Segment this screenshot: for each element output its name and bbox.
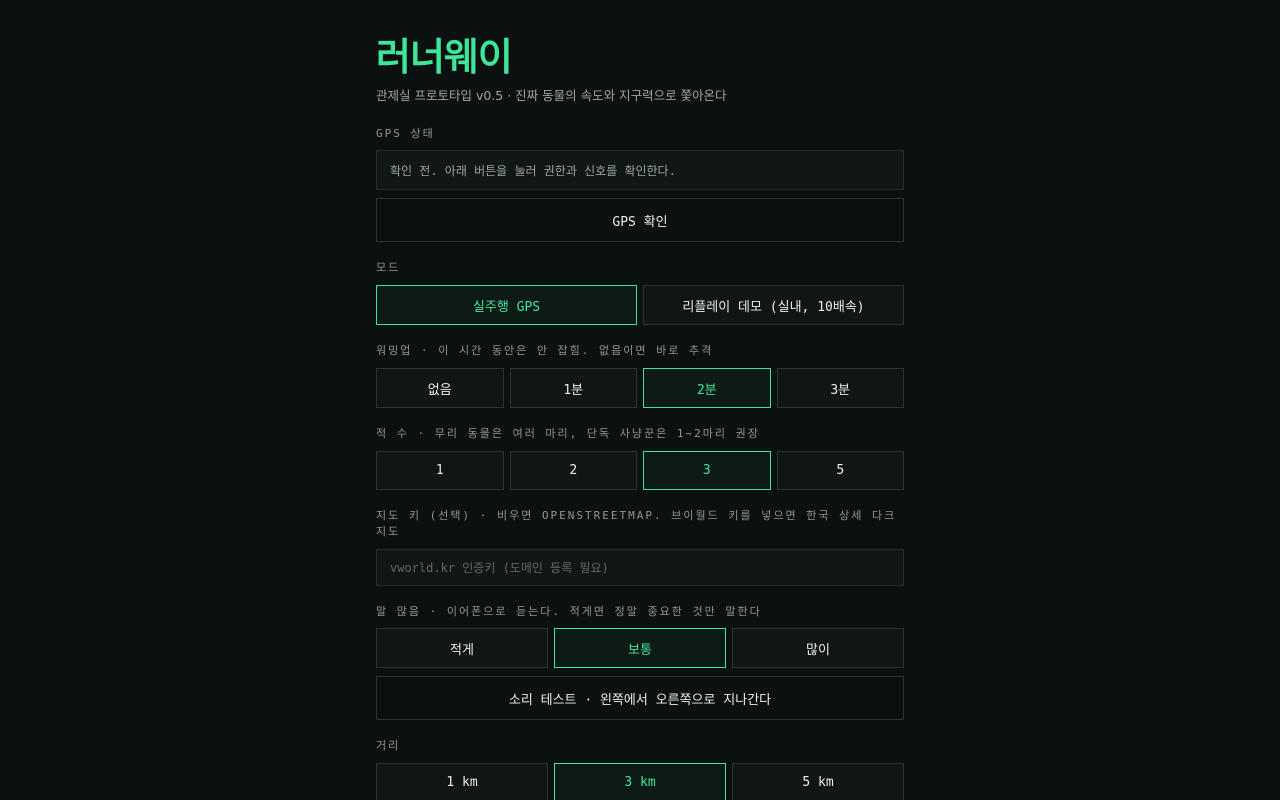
gps-status-box: 확인 전. 아래 버튼을 눌러 권한과 신호를 확인한다. xyxy=(376,150,904,190)
warmup-option-1min[interactable]: 1분 xyxy=(509,368,637,408)
distance-option-5km[interactable]: 5 km xyxy=(732,763,904,800)
enemy-option-1[interactable]: 1 xyxy=(376,451,504,490)
mode-label: 모드 xyxy=(376,261,401,274)
distance-option-1km[interactable]: 1 km xyxy=(376,763,548,800)
enemy-option-2[interactable]: 2 xyxy=(509,451,637,490)
enemy-option-3[interactable]: 3 xyxy=(643,451,771,490)
warmup-option-2min[interactable]: 2분 xyxy=(643,368,771,408)
verbosity-option-less[interactable]: 적게 xyxy=(376,628,548,668)
distance-options: 1 km 3 km 5 km xyxy=(376,763,904,800)
mode-option-replay-demo[interactable]: 리플레이 데모 (실내, 10배속) xyxy=(643,285,904,325)
enemy-option-5[interactable]: 5 xyxy=(776,451,904,490)
verbosity-label: 말 많음 · 이어폰으로 듣는다. 적게면 정말 중요한 것만 말한다 xyxy=(376,605,762,618)
enemy-count-options: 1 2 3 5 xyxy=(376,451,904,490)
warmup-label: 워밍업 · 이 시간 동안은 안 잡힘. 없음이면 바로 추격 xyxy=(376,344,714,357)
sound-test-button[interactable]: 소리 테스트 · 왼쪽에서 오른쪽으로 지나간다 xyxy=(376,676,904,720)
distance-option-3km[interactable]: 3 km xyxy=(554,763,726,800)
distance-label: 거리 xyxy=(376,739,401,752)
gps-status-label: GPS 상태 xyxy=(376,127,435,140)
verbosity-option-more[interactable]: 많이 xyxy=(732,628,904,668)
warmup-option-3min[interactable]: 3분 xyxy=(776,368,904,408)
map-key-input[interactable] xyxy=(376,549,904,586)
mode-options: 실주행 GPS 리플레이 데모 (실내, 10배속) xyxy=(376,285,904,325)
mode-option-live-gps[interactable]: 실주행 GPS xyxy=(376,285,637,325)
app-subtitle: 관제실 프로토타입 v0.5 · 진짜 동물의 속도와 지구력으로 쫓아온다 xyxy=(376,88,727,103)
map-key-label: 지도 키 (선택) · 비우면 OPENSTREETMAP. 브이월드 키를 넣… xyxy=(376,509,897,538)
app-title: 러너웨이 xyxy=(376,35,513,79)
warmup-option-none[interactable]: 없음 xyxy=(376,368,504,408)
verbosity-option-normal[interactable]: 보통 xyxy=(554,628,726,668)
enemy-count-label: 적 수 · 무리 동물은 여러 마리, 단독 사냥꾼은 1~2마리 권장 xyxy=(376,427,760,440)
gps-check-button[interactable]: GPS 확인 xyxy=(376,198,904,242)
setup-page: 러너웨이 관제실 프로토타입 v0.5 · 진짜 동물의 속도와 지구력으로 쫓… xyxy=(376,0,904,800)
warmup-options: 없음 1분 2분 3분 xyxy=(376,368,904,408)
verbosity-options: 적게 보통 많이 xyxy=(376,628,904,668)
